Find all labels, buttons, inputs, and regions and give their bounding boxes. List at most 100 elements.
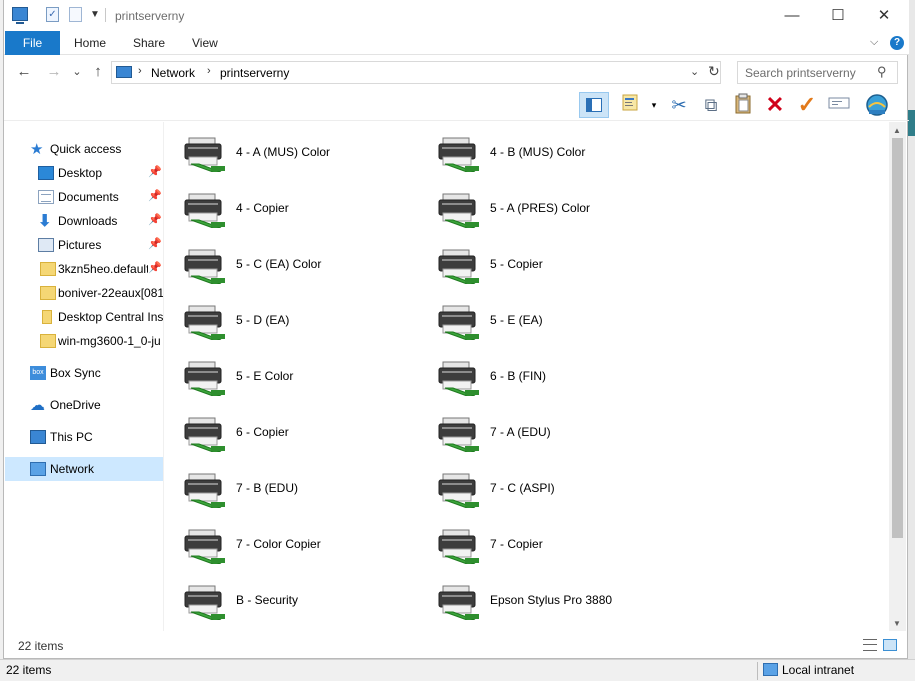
printer-item[interactable]: 4 - Copier — [168, 181, 422, 229]
printer-icon — [437, 528, 483, 565]
nav-item-downloads[interactable]: ⬇ Downloads 📌 — [5, 209, 163, 233]
folder-icon — [40, 334, 56, 348]
nav-item-onedrive[interactable]: ☁ OneDrive — [5, 393, 163, 417]
scroll-down-arrow[interactable]: ▼ — [893, 619, 901, 628]
tab-file[interactable]: File — [5, 31, 60, 55]
nav-label: Downloads — [58, 214, 118, 228]
printer-item[interactable]: B - Security — [168, 573, 422, 621]
printer-name: 5 - E (EA) — [490, 313, 543, 327]
breadcrumb-chevron[interactable]: › — [138, 65, 142, 77]
check-icon[interactable]: ✓ — [795, 93, 819, 117]
printer-name: 5 - C (EA) Color — [236, 257, 322, 271]
rename-icon[interactable] — [827, 93, 851, 117]
printer-name: 4 - Copier — [236, 201, 289, 215]
large-icons-view-icon[interactable] — [883, 639, 897, 651]
search-box[interactable]: Search printserverny ⚲ — [737, 61, 898, 84]
printer-item[interactable]: 5 - Copier — [422, 237, 676, 285]
printer-icon — [437, 584, 483, 621]
scroll-up-arrow[interactable]: ▲ — [893, 126, 901, 135]
search-input[interactable]: Search printserverny — [745, 66, 856, 80]
outer-item-count: 22 items — [6, 663, 52, 677]
address-dropdown-icon[interactable]: ⌄ — [690, 65, 699, 78]
scrollbar-thumb[interactable] — [892, 138, 903, 538]
up-button[interactable]: ↑ — [88, 62, 108, 82]
minimize-button[interactable]: — — [769, 0, 815, 31]
delete-icon[interactable]: ✕ — [763, 93, 787, 117]
nav-quick-access[interactable]: ★ Quick access — [5, 137, 163, 161]
breadcrumb-chevron[interactable]: › — [207, 65, 211, 77]
printer-name: 7 - A (EDU) — [490, 425, 551, 439]
properties-quick-icon[interactable]: ✓ — [46, 7, 59, 22]
printer-icon — [183, 248, 229, 285]
printer-item[interactable]: 5 - A (PRES) Color — [422, 181, 676, 229]
address-bar[interactable]: › Network › printserverny ⌄ ↻ — [111, 61, 721, 84]
copy-icon[interactable]: ⧉ — [699, 93, 723, 117]
cut-icon[interactable]: ✂ — [667, 93, 691, 117]
breadcrumb-printserverny[interactable]: printserverny — [220, 66, 289, 80]
details-view-icon[interactable] — [863, 639, 877, 651]
printer-icon — [437, 248, 483, 285]
pictures-icon — [38, 238, 54, 252]
paste-icon[interactable] — [731, 93, 755, 117]
maximize-button[interactable]: ☐ — [815, 0, 861, 31]
nav-item-desktop[interactable]: Desktop 📌 — [5, 161, 163, 185]
printer-item[interactable]: 5 - E (EA) — [422, 293, 676, 341]
printer-item[interactable]: 7 - Copier — [422, 517, 676, 565]
properties-icon[interactable] — [619, 93, 643, 117]
nav-item-this-pc[interactable]: This PC — [5, 425, 163, 449]
nav-item-folder[interactable]: boniver-22eaux[081 — [5, 281, 163, 305]
printer-name: 5 - Copier — [490, 257, 543, 271]
help-icon[interactable]: ? — [890, 36, 904, 50]
breadcrumb-network[interactable]: Network — [151, 66, 195, 80]
printer-item[interactable]: 5 - D (EA) — [168, 293, 422, 341]
tab-home[interactable]: Home — [74, 31, 106, 55]
customize-quick-access-dropdown[interactable]: ▼ — [90, 9, 100, 20]
refresh-icon[interactable]: ↻ — [708, 63, 720, 80]
preview-pane-icon[interactable] — [579, 92, 609, 118]
printer-icon — [437, 136, 483, 173]
nav-item-install-folder[interactable]: Desktop Central Ins — [5, 305, 163, 329]
printer-icon — [437, 360, 483, 397]
recent-locations-button[interactable]: ⌄ — [67, 62, 87, 82]
title-bar: ✓ ▼ printserverny — ☐ ✕ — [4, 0, 909, 31]
printer-name: Epson Stylus Pro 3880 — [490, 593, 613, 607]
nav-item-documents[interactable]: Documents 📌 — [5, 185, 163, 209]
new-folder-quick-icon[interactable] — [69, 7, 82, 22]
search-icon[interactable]: ⚲ — [877, 64, 887, 80]
printer-item[interactable]: 7 - B (EDU) — [168, 461, 422, 509]
nav-item-pictures[interactable]: Pictures 📌 — [5, 233, 163, 257]
nav-item-folder[interactable]: win-mg3600-1_0-ju — [5, 329, 163, 353]
printer-item[interactable]: 6 - Copier — [168, 405, 422, 453]
tab-view[interactable]: View — [192, 31, 218, 55]
explorer-window: ✓ ▼ printserverny — ☐ ✕ File Home Share … — [3, 0, 909, 659]
printer-item[interactable]: 4 - B (MUS) Color — [422, 125, 676, 173]
printer-item[interactable]: 7 - Color Copier — [168, 517, 422, 565]
printer-item[interactable]: 4 - A (MUS) Color — [168, 125, 422, 173]
nav-item-network[interactable]: Network — [5, 457, 163, 481]
printer-name: 5 - E Color — [236, 369, 294, 383]
pane-divider[interactable] — [163, 122, 164, 631]
printer-name: 7 - C (ASPI) — [490, 481, 555, 495]
printer-item[interactable]: 5 - E Color — [168, 349, 422, 397]
properties-dropdown-icon[interactable]: ▾ — [648, 93, 660, 117]
tab-share[interactable]: Share — [133, 31, 165, 55]
printer-item[interactable]: 7 - A (EDU) — [422, 405, 676, 453]
close-button[interactable]: ✕ — [861, 0, 907, 31]
printer-item[interactable]: 6 - B (FIN) — [422, 349, 676, 397]
printer-item[interactable]: Epson Stylus Pro 3880 — [422, 573, 676, 621]
network-globe-icon[interactable] — [865, 93, 889, 117]
printer-item[interactable]: 7 - C (ASPI) — [422, 461, 676, 509]
printer-item[interactable]: 5 - C (EA) Color — [168, 237, 422, 285]
nav-label: Desktop Central Ins — [58, 310, 163, 324]
back-button[interactable]: ← — [14, 62, 34, 82]
expand-ribbon-icon[interactable]: ⌵ — [870, 36, 878, 49]
folder-icon — [40, 286, 56, 300]
nav-item-box-sync[interactable]: box Box Sync — [5, 361, 163, 385]
quick-access-star-icon: ★ — [30, 141, 44, 158]
nav-label: Network — [50, 462, 95, 476]
nav-item-folder[interactable]: 3kzn5heo.default 📌 — [5, 257, 163, 281]
vertical-scrollbar[interactable]: ▲ ▼ — [889, 122, 906, 631]
this-pc-icon[interactable] — [12, 7, 28, 24]
window-title: printserverny — [115, 9, 185, 23]
forward-button[interactable]: → — [44, 62, 64, 82]
